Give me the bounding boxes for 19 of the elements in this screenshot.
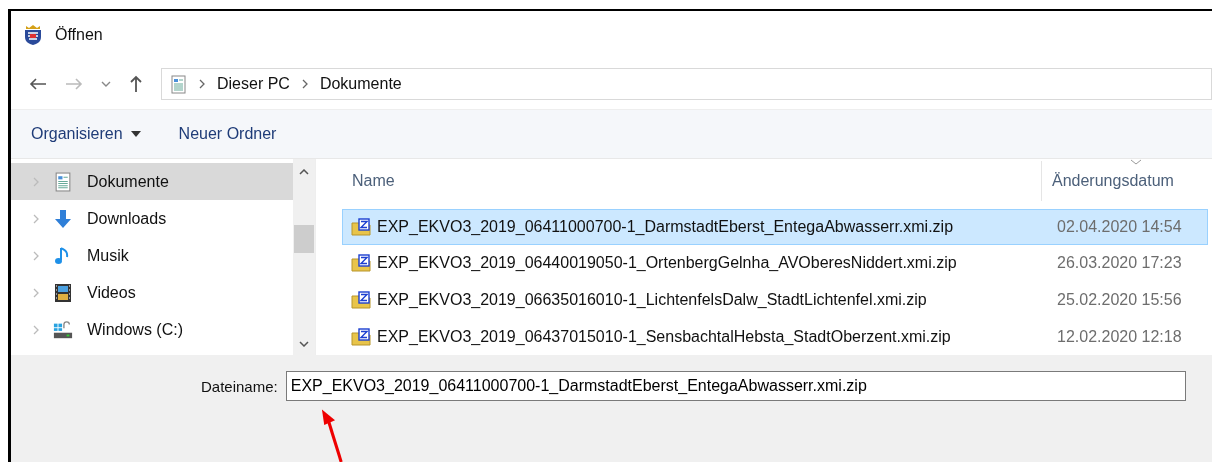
address-bar[interactable]: Dieser PC Dokumente xyxy=(161,68,1212,100)
sidebar-item[interactable]: Dokumente xyxy=(11,163,293,200)
sidebar-item[interactable]: Musik xyxy=(11,237,293,274)
organize-menu-button[interactable]: Organisieren xyxy=(25,121,147,147)
file-row[interactable]: EXP_EKVO3_2019_06411000700-1_DarmstadtEberst_EntegaAbwasserr.xmi.zip 02.04.2020 14:54 xyxy=(342,208,1208,246)
sidebar-item[interactable]: Videos xyxy=(11,274,293,311)
breadcrumb-item[interactable]: Dokumente xyxy=(319,75,402,93)
file-row[interactable]: EXP_EKVO3_2019_06440019050-1_OrtenbergGelnha_AVOberesNiddert.xmi.zip 26.03.2020 17:23 xyxy=(342,245,1208,282)
new-folder-button[interactable]: Neuer Ordner xyxy=(172,121,283,147)
file-row[interactable]: EXP_EKVO3_2019_06437015010-1_SensbachtalHebsta_StadtOberzent.xmi.zip 12.02.2020 12:18 xyxy=(342,318,1208,355)
field-label: Dateiname: xyxy=(201,377,278,395)
sidebar-item[interactable]: Windows (C:) xyxy=(11,311,293,348)
column-header[interactable]: Name xyxy=(342,171,1041,190)
breadcrumb-item[interactable]: Dieser PC xyxy=(217,75,290,93)
filename-field[interactable]: EXP_EKVO3_2019_06411000700-1_DarmstadtEberst_EntegaAbwasserr.xmi.zip xyxy=(285,371,1186,401)
sidebar-item[interactable]: Downloads xyxy=(11,200,293,237)
file-row[interactable]: EXP_EKVO3_2019_06635016010-1_LichtenfelsDalw_StadtLichtenfel.xmi.zip 25.02.2020 15:56 xyxy=(342,281,1208,319)
column-header[interactable]: Änderungsdatum xyxy=(1041,160,1212,201)
window-title: Öffnen xyxy=(55,26,103,44)
